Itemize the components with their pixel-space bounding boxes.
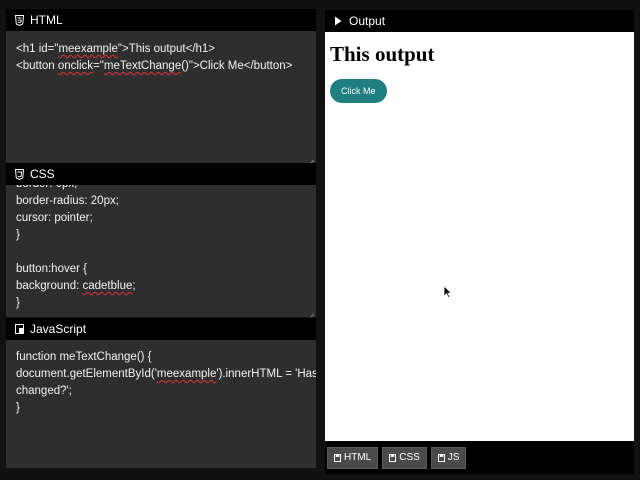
code-token: ').innerHTML = 'Has it — [216, 368, 316, 380]
bottom-toolbar: HTML CSS JS — [325, 441, 634, 474]
code-token-spellcheck: onclick — [57, 60, 94, 72]
code-token: ; — [132, 280, 136, 292]
js-icon — [14, 323, 24, 335]
code-token: cursor: pointer; — [16, 212, 93, 224]
code-line: function meTextChange() { — [16, 349, 306, 366]
resize-handle-icon[interactable] — [308, 309, 315, 317]
click-me-button[interactable]: Click Me — [330, 79, 387, 103]
code-line: <button onclick="meTextChange()">Click M… — [16, 58, 306, 75]
code-token: button:hover { — [16, 263, 87, 275]
code-token: document.getElementById(' — [16, 368, 157, 380]
save-html-button[interactable]: HTML — [327, 446, 379, 469]
output-heading: This output — [330, 42, 435, 66]
output-preview: This output Click Me — [325, 32, 634, 441]
code-line: } — [16, 227, 306, 244]
code-line: document.getElementById('meexample').inn… — [16, 366, 316, 383]
code-line: changed?'; — [16, 383, 306, 400]
save-js-button[interactable]: JS — [430, 446, 467, 469]
code-token: ()">Click Me</button> — [181, 60, 293, 72]
js-panel-header: JavaScript — [6, 318, 316, 340]
js-editor[interactable]: function meTextChange() { document.getEle… — [6, 340, 316, 468]
code-token: ">This output</h1> — [117, 43, 216, 55]
code-token: =" — [93, 60, 104, 72]
save-button-label: JS — [447, 452, 460, 463]
save-button-label: CSS — [399, 452, 420, 463]
html-panel-title: HTML — [30, 13, 63, 27]
code-lines: function meTextChange() { document.getEle… — [16, 349, 316, 417]
js-panel-title: JavaScript — [30, 322, 87, 336]
save-icon — [334, 453, 341, 462]
css-panel-title: CSS — [30, 167, 55, 181]
code-token: function meTextChange() { — [16, 351, 152, 363]
code-line: } — [16, 400, 306, 417]
code-token-spellcheck: cadetblue — [82, 280, 133, 292]
code-line: border-radius: 20px; — [16, 193, 306, 210]
code-lines: border: 0px; border-radius: 20px; cursor: … — [16, 185, 306, 312]
html-editor[interactable]: <h1 id="meexample">This output</h1> <butt… — [6, 31, 316, 163]
code-token-spellcheck: meTextChange — [103, 60, 182, 72]
save-button-label: HTML — [344, 452, 372, 463]
code-token-spellcheck: meexample — [58, 43, 118, 55]
code-token-spellcheck: meexample — [156, 368, 217, 380]
code-token: <h1 id=" — [16, 43, 59, 55]
save-icon — [389, 453, 397, 462]
html-panel-header: HTML — [6, 9, 316, 31]
code-lines: <h1 id="meexample">This output</h1> <butt… — [16, 41, 306, 75]
code-line: button:hover { — [16, 261, 306, 278]
resize-handle-icon[interactable] — [308, 155, 315, 163]
code-token: } — [16, 297, 20, 309]
code-token: changed?'; — [16, 385, 72, 397]
html5-icon — [14, 14, 24, 26]
code-token: <button — [16, 60, 58, 72]
code-token: } — [16, 229, 20, 241]
code-line: cursor: pointer; — [16, 210, 306, 227]
mouse-cursor-icon — [443, 285, 453, 299]
save-icon — [437, 453, 445, 462]
css-panel-header: CSS — [6, 163, 316, 185]
css3-icon — [14, 168, 24, 180]
code-token: border: 0px; — [16, 185, 77, 190]
code-token: background: — [16, 280, 83, 292]
output-panel-header: Output — [325, 10, 634, 32]
code-line: <h1 id="meexample">This output</h1> — [16, 41, 306, 58]
play-icon — [333, 15, 343, 27]
code-line: border: 0px; — [16, 185, 306, 193]
code-token: } — [16, 402, 20, 414]
code-line: background: cadetblue; — [16, 278, 306, 295]
output-panel-title: Output — [349, 14, 386, 28]
save-css-button[interactable]: CSS — [382, 446, 427, 469]
code-token: border-radius: 20px; — [16, 195, 119, 207]
css-editor[interactable]: border: 0px; border-radius: 20px; cursor: … — [6, 185, 316, 317]
code-line: } — [16, 295, 306, 312]
